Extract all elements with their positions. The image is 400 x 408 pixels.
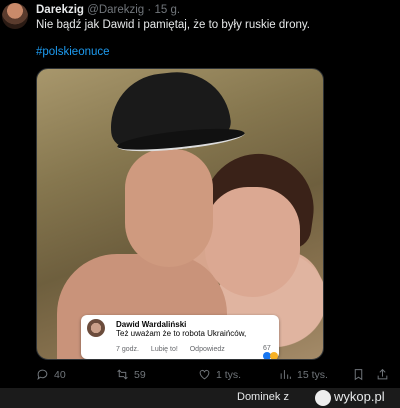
photo-man-face xyxy=(125,149,213,267)
comment-actions: 7 godz. Lubię to! Odpowiedz xyxy=(116,346,235,353)
comment-time: 7 godz. xyxy=(116,346,139,353)
bookmark-action[interactable] xyxy=(352,368,365,381)
footer-brand: wykop.pl xyxy=(334,389,385,404)
comment-avatar xyxy=(87,319,105,337)
comment-reactions: 67 xyxy=(263,345,279,359)
retweet-action[interactable]: 59 xyxy=(116,368,146,381)
comment-author: Dawid Wardaliński xyxy=(116,320,187,329)
comment-like: Lubię to! xyxy=(150,346,178,353)
views-action[interactable]: 15 tys. xyxy=(279,368,328,381)
share-icon xyxy=(377,368,388,380)
wykop-logo-icon xyxy=(315,390,331,406)
reactions-count: 67 xyxy=(263,345,271,352)
footer-username: Dominek xyxy=(237,391,281,403)
author-avatar[interactable] xyxy=(2,3,28,29)
haha-reaction-icon xyxy=(269,352,278,359)
reply-action[interactable]: 40 xyxy=(36,368,66,381)
reply-count: 40 xyxy=(54,368,66,381)
tweet-header: Darekzig @Darekzig · 15 g. xyxy=(36,3,180,17)
tweet-actions: 40 59 1 tys. 15 tys. xyxy=(36,368,396,384)
reply-icon xyxy=(37,369,48,381)
retweet-count: 59 xyxy=(134,368,146,381)
retweet-icon xyxy=(117,369,128,380)
author-name[interactable]: Darekzig xyxy=(36,4,84,16)
like-action[interactable]: 1 tys. xyxy=(198,368,241,381)
share-action[interactable] xyxy=(376,368,389,381)
tweet-text: Nie bądź jak Dawid i pamiętaj, że to był… xyxy=(36,19,310,31)
like-count: 1 tys. xyxy=(216,368,242,381)
tweet: Darekzig @Darekzig · 15 g. Nie bądź jak … xyxy=(0,0,400,388)
footer-connector: z xyxy=(283,391,289,403)
view-count: 15 tys. xyxy=(297,368,328,381)
tweet-photo[interactable]: Dawid Wardaliński Też uważam że to robot… xyxy=(36,68,324,360)
hashtag-link[interactable]: #polskieonuce xyxy=(36,45,110,60)
views-icon xyxy=(280,370,291,379)
footer-credit: Dominek z xyxy=(237,391,289,403)
wykop-footer: Dominek z wykop.pl xyxy=(0,388,400,408)
embedded-comment-card: Dawid Wardaliński Też uważam że to robot… xyxy=(81,315,279,359)
photo-woman-face xyxy=(205,187,300,297)
author-handle[interactable]: @Darekzig xyxy=(87,4,144,16)
comment-text: Też uważam że to robota Ukraińców, xyxy=(116,329,247,338)
heart-icon xyxy=(199,369,210,380)
tweet-time[interactable]: 15 g. xyxy=(154,4,180,16)
header-separator: · xyxy=(147,4,152,16)
bookmark-icon xyxy=(354,369,363,381)
comment-reply: Odpowiedz xyxy=(189,346,225,353)
